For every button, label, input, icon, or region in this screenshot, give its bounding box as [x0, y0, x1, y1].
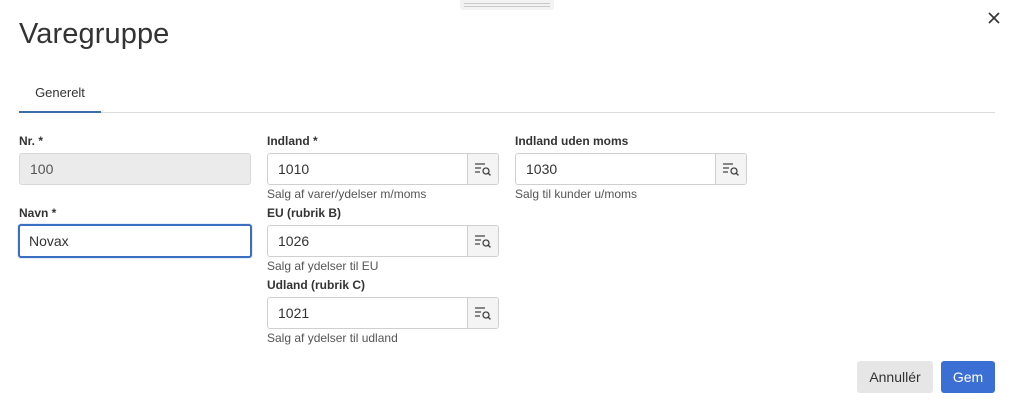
- lookup-list-icon: [723, 163, 739, 176]
- nr-field: 100: [19, 153, 251, 185]
- cancel-button[interactable]: Annullér: [857, 361, 933, 393]
- close-button[interactable]: [983, 7, 1005, 29]
- navn-field[interactable]: Novax: [18, 224, 252, 258]
- indland-uden-moms-hint: Salg til kunder u/moms: [515, 187, 638, 201]
- save-button[interactable]: Gem: [941, 361, 995, 393]
- udland-lookup[interactable]: 1021: [267, 297, 499, 329]
- lookup-list-icon: [475, 235, 491, 248]
- indland-input[interactable]: 1010: [268, 154, 467, 184]
- navn-label: Navn *: [19, 206, 57, 220]
- eu-input[interactable]: 1026: [268, 226, 467, 256]
- indland-uden-moms-lookup-button[interactable]: [715, 154, 746, 184]
- lookup-list-icon: [475, 163, 491, 176]
- eu-hint: Salg af ydelser til EU: [267, 259, 379, 273]
- indland-hint: Salg af varer/ydelser m/moms: [267, 187, 427, 201]
- tab-generelt[interactable]: Generelt: [19, 75, 101, 113]
- indland-label: Indland *: [267, 134, 318, 148]
- dialog-title: Varegruppe: [19, 18, 170, 50]
- nr-label: Nr. *: [19, 134, 44, 148]
- tab-bar: Generelt: [19, 75, 995, 113]
- indland-uden-moms-lookup[interactable]: 1030: [515, 153, 747, 185]
- close-icon: [988, 12, 1000, 24]
- indland-lookup-button[interactable]: [467, 154, 498, 184]
- eu-lookup[interactable]: 1026: [267, 225, 499, 257]
- eu-lookup-button[interactable]: [467, 226, 498, 256]
- udland-lookup-button[interactable]: [467, 298, 498, 328]
- dialog-drag-handle[interactable]: [460, 0, 554, 10]
- indland-uden-moms-label: Indland uden moms: [515, 134, 629, 148]
- lookup-list-icon: [475, 307, 491, 320]
- udland-label: Udland (rubrik C): [267, 278, 365, 292]
- indland-uden-moms-input[interactable]: 1030: [516, 154, 715, 184]
- udland-input[interactable]: 1021: [268, 298, 467, 328]
- eu-label: EU (rubrik B): [267, 206, 342, 220]
- udland-hint: Salg af ydelser til udland: [267, 331, 398, 345]
- indland-lookup[interactable]: 1010: [267, 153, 499, 185]
